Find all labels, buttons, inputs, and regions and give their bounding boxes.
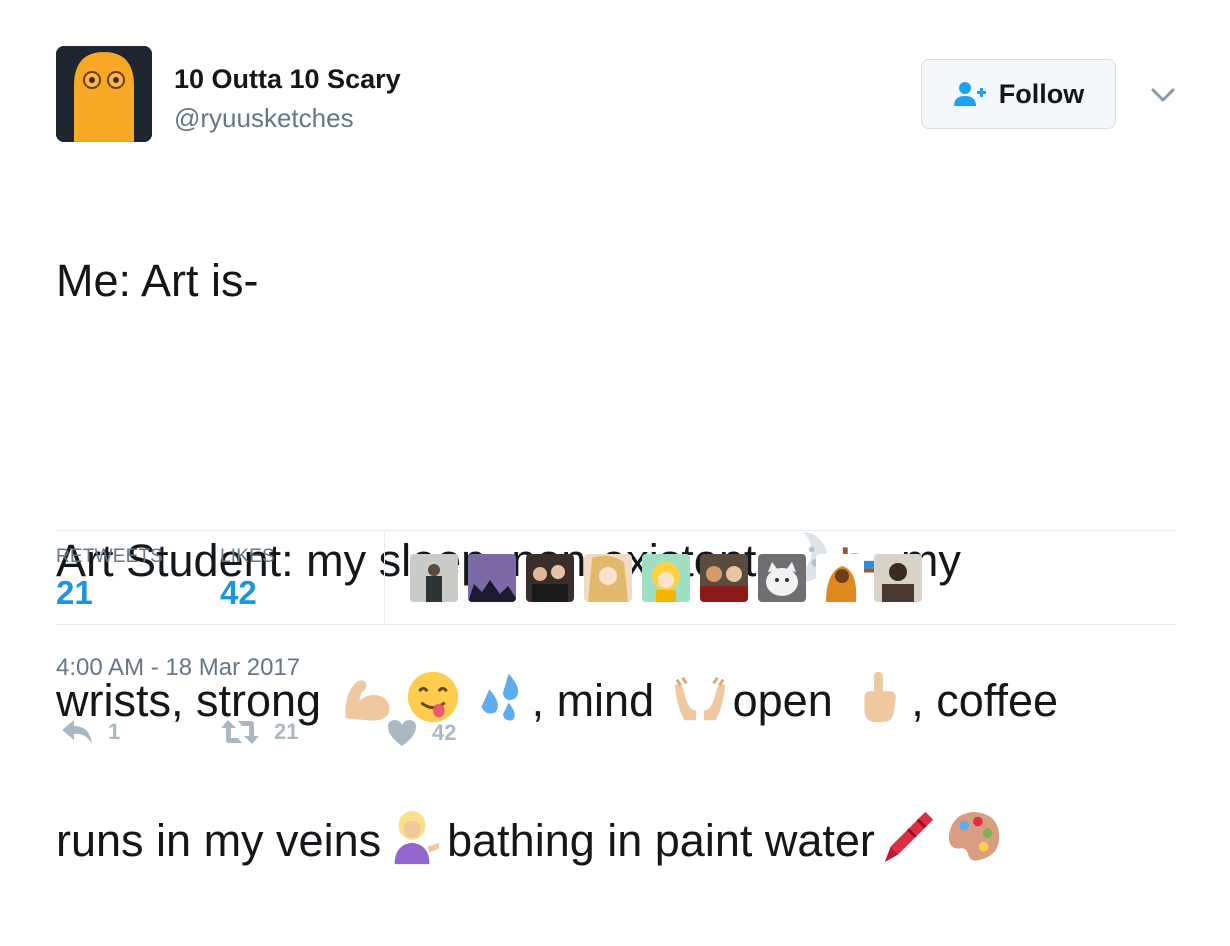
retweets-count[interactable]: 21 xyxy=(56,574,93,612)
follow-button[interactable]: Follow xyxy=(921,59,1116,129)
liker-avatars xyxy=(410,554,922,602)
retweet-icon xyxy=(221,720,259,744)
person-tipping-hand-icon xyxy=(394,810,440,865)
stats-separator xyxy=(384,532,385,624)
liker-avatar[interactable] xyxy=(700,554,748,602)
author-handle[interactable]: @ryuusketches xyxy=(174,103,354,134)
author-name[interactable]: 10 Outta 10 Scary xyxy=(174,64,401,95)
tweet-line-4: runs in my veins bathing in paint water xyxy=(56,806,1196,876)
chevron-down-icon[interactable] xyxy=(1148,80,1178,110)
likes-count[interactable]: 42 xyxy=(220,574,257,612)
liker-avatar[interactable] xyxy=(758,554,806,602)
retweet-button[interactable]: 21 xyxy=(220,718,298,746)
retweets-label[interactable]: RETWEETS xyxy=(56,546,163,568)
add-user-icon xyxy=(953,82,986,106)
sweat-droplets-icon xyxy=(481,673,518,721)
crayon-icon xyxy=(884,811,934,863)
divider xyxy=(56,530,1176,531)
open-hands-icon xyxy=(674,676,725,721)
avatar[interactable] xyxy=(56,46,152,142)
liker-avatar[interactable] xyxy=(874,554,922,602)
liker-avatar[interactable] xyxy=(468,554,516,602)
heart-icon xyxy=(388,720,416,746)
index-pointing-up-icon xyxy=(864,671,897,723)
tweet-line-1: Me: Art is- xyxy=(56,255,259,306)
liker-avatar[interactable] xyxy=(410,554,458,602)
reply-icon xyxy=(62,720,92,744)
liker-avatar[interactable] xyxy=(584,554,632,602)
likes-label[interactable]: LIKES xyxy=(220,546,275,568)
divider xyxy=(56,624,1176,625)
reply-count: 1 xyxy=(108,719,121,744)
liker-avatar[interactable] xyxy=(526,554,574,602)
like-button[interactable]: 42 xyxy=(386,718,456,748)
liker-avatar[interactable] xyxy=(816,554,864,602)
retweet-count: 21 xyxy=(274,719,299,744)
reply-button[interactable]: 1 xyxy=(60,718,120,746)
liker-avatar[interactable] xyxy=(642,554,690,602)
tweet-timestamp[interactable]: 4:00 AM - 18 Mar 2017 xyxy=(56,654,300,682)
like-count: 42 xyxy=(432,720,457,745)
follow-button-label: Follow xyxy=(998,78,1085,109)
artist-palette-icon xyxy=(948,811,1000,861)
